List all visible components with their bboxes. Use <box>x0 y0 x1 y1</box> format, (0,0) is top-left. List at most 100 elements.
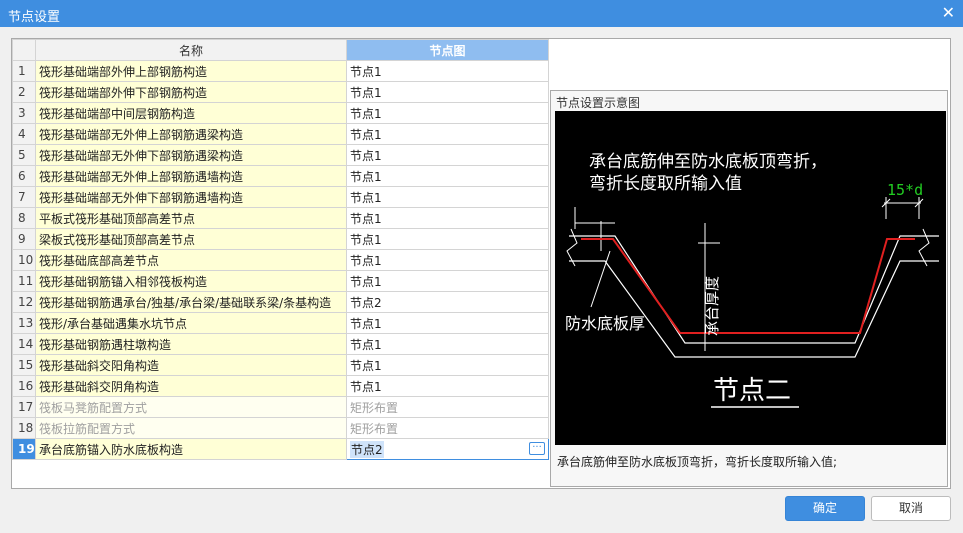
row-number: 3 <box>12 102 36 124</box>
table-row[interactable]: 3 筏形基础端部中间层钢筋构造 节点1 <box>12 102 549 124</box>
row-number: 10 <box>12 249 36 271</box>
row-number: 4 <box>12 123 36 145</box>
row-node-value[interactable]: 节点1 <box>346 144 549 166</box>
row-name: 筏形基础斜交阳角构造 <box>35 354 347 376</box>
row-name: 筏板拉筋配置方式 <box>35 417 347 439</box>
close-icon[interactable]: ✕ <box>942 3 955 22</box>
table-row[interactable]: 6 筏形基础端部无外伸上部钢筋遇墙构造 节点1 <box>12 165 549 187</box>
header-name[interactable]: 名称 <box>35 39 347 61</box>
row-name: 筏形基础钢筋锚入相邻筏板构造 <box>35 270 347 292</box>
table-row[interactable]: 1 筏形基础端部外伸上部钢筋构造 节点1 <box>12 60 549 82</box>
diagram-text-line2: 弯折长度取所输入值 <box>589 174 742 194</box>
row-name: 筏形基础端部无外伸上部钢筋遇墙构造 <box>35 165 347 187</box>
table-row[interactable]: 2 筏形基础端部外伸下部钢筋构造 节点1 <box>12 81 549 103</box>
dim-label-15d: 15*d <box>887 181 923 199</box>
row-number: 6 <box>12 165 36 187</box>
row-number: 15 <box>12 354 36 376</box>
row-number: 11 <box>12 270 36 292</box>
row-node-value[interactable]: 节点1 <box>346 354 549 376</box>
row-name: 筏形基础底部高差节点 <box>35 249 347 271</box>
table-row[interactable]: 17 筏板马凳筋配置方式 矩形布置 <box>12 396 549 418</box>
table-row[interactable]: 8 平板式筏形基础顶部高差节点 节点1 <box>12 207 549 229</box>
row-node-value[interactable]: 节点1 <box>346 186 549 208</box>
header-corner <box>12 39 36 61</box>
cancel-button[interactable]: 取消 <box>871 496 951 521</box>
row-name: 筏板马凳筋配置方式 <box>35 396 347 418</box>
row-number: 14 <box>12 333 36 355</box>
row-name: 筏形基础钢筋遇承台/独基/承台梁/基础联系梁/条基构造 <box>35 291 347 313</box>
header-node[interactable]: 节点图 <box>346 39 549 61</box>
node-diagram-svg: 承台底筋伸至防水底板顶弯折， 弯折长度取所输入值 15*d 承台厚度 防水底板厚… <box>565 152 939 408</box>
table-row[interactable]: 18 筏板拉筋配置方式 矩形布置 <box>12 417 549 439</box>
row-name: 筏形基础端部中间层钢筋构造 <box>35 102 347 124</box>
row-number: 7 <box>12 186 36 208</box>
table-row[interactable]: 5 筏形基础端部无外伸下部钢筋遇梁构造 节点1 <box>12 144 549 166</box>
row-number: 12 <box>12 291 36 313</box>
row-name: 筏形基础端部无外伸下部钢筋遇墙构造 <box>35 186 347 208</box>
waterproof-label: 防水底板厚 <box>565 314 645 333</box>
row-name: 梁板式筏形基础顶部高差节点 <box>35 228 347 250</box>
row-number: 2 <box>12 81 36 103</box>
row-node-value[interactable]: 节点1 <box>346 81 549 103</box>
row-node-value[interactable]: 矩形布置 <box>346 396 549 418</box>
table-row[interactable]: 16 筏形基础斜交阴角构造 节点1 <box>12 375 549 397</box>
waterproof-leader <box>590 250 611 308</box>
node-value-editor[interactable]: 节点2 <box>350 440 384 458</box>
row-name: 筏形基础端部无外伸下部钢筋遇梁构造 <box>35 144 347 166</box>
row-node-value[interactable]: 节点1 <box>346 375 549 397</box>
row-name: 平板式筏形基础顶部高差节点 <box>35 207 347 229</box>
row-name: 承台底筋锚入防水底板构造 <box>35 438 347 460</box>
diagram-text-line1: 承台底筋伸至防水底板顶弯折， <box>589 152 827 172</box>
row-number: 5 <box>12 144 36 166</box>
title-bar: 节点设置 ✕ <box>0 0 963 27</box>
row-node-value[interactable]: 节点1 <box>346 249 549 271</box>
row-node-value[interactable]: 矩形布置 <box>346 417 549 439</box>
row-node-value[interactable]: 节点1 <box>346 207 549 229</box>
row-number: 16 <box>12 375 36 397</box>
row-node-value[interactable]: 节点1 <box>346 270 549 292</box>
row-name: 筏形/承台基础遇集水坑节点 <box>35 312 347 334</box>
table-row[interactable]: 7 筏形基础端部无外伸下部钢筋遇墙构造 节点1 <box>12 186 549 208</box>
table-row[interactable]: 13 筏形/承台基础遇集水坑节点 节点1 <box>12 312 549 334</box>
window-title: 节点设置 <box>8 10 61 25</box>
row-node-value[interactable]: 节点1 <box>346 60 549 82</box>
row-name: 筏形基础斜交阴角构造 <box>35 375 347 397</box>
row-node-value[interactable]: 节点2 ··· <box>346 438 549 460</box>
row-number: 13 <box>12 312 36 334</box>
row-number: 1 <box>12 60 36 82</box>
row-number: 9 <box>12 228 36 250</box>
node-diagram: 承台底筋伸至防水底板顶弯折， 弯折长度取所输入值 15*d 承台厚度 防水底板厚… <box>555 111 946 445</box>
row-node-value[interactable]: 节点1 <box>346 123 549 145</box>
table-header-row: 名称 节点图 <box>12 39 549 61</box>
ok-button[interactable]: 确定 <box>785 496 865 521</box>
row-node-value[interactable]: 节点2 <box>346 291 549 313</box>
row-name: 筏形基础端部外伸下部钢筋构造 <box>35 81 347 103</box>
row-node-value[interactable]: 节点1 <box>346 165 549 187</box>
node-title: 节点二 <box>713 376 791 406</box>
row-number: 17 <box>12 396 36 418</box>
table-row[interactable]: 14 筏形基础钢筋遇柱墩构造 节点1 <box>12 333 549 355</box>
row-number: 8 <box>12 207 36 229</box>
preview-description: 承台底筋伸至防水底板顶弯折，弯折长度取所输入值; <box>557 455 838 469</box>
row-number: 19 <box>12 438 36 460</box>
preview-title: 节点设置示意图 <box>556 96 641 110</box>
table-row[interactable]: 10 筏形基础底部高差节点 节点1 <box>12 249 549 271</box>
row-node-value[interactable]: 节点1 <box>346 102 549 124</box>
settings-table: 名称 节点图 1 筏形基础端部外伸上部钢筋构造 节点1 2 筏形基础端部外伸下部钢筋构造… <box>12 39 549 460</box>
row-node-value[interactable]: 节点1 <box>346 228 549 250</box>
table-row[interactable]: 12 筏形基础钢筋遇承台/独基/承台梁/基础联系梁/条基构造 节点2 <box>12 291 549 313</box>
table-row[interactable]: 4 筏形基础端部无外伸上部钢筋遇梁构造 节点1 <box>12 123 549 145</box>
table-row[interactable]: 19 承台底筋锚入防水底板构造 节点2 ··· <box>12 438 549 460</box>
row-number: 18 <box>12 417 36 439</box>
row-name: 筏形基础端部外伸上部钢筋构造 <box>35 60 347 82</box>
node-preview-panel: 节点设置示意图 承台底筋伸至防水底板顶弯折， 弯折长度取所输入值 15*d 承台… <box>550 90 948 487</box>
row-name: 筏形基础端部无外伸上部钢筋遇梁构造 <box>35 123 347 145</box>
table-row[interactable]: 11 筏形基础钢筋锚入相邻筏板构造 节点1 <box>12 270 549 292</box>
row-name: 筏形基础钢筋遇柱墩构造 <box>35 333 347 355</box>
table-row[interactable]: 9 梁板式筏形基础顶部高差节点 节点1 <box>12 228 549 250</box>
more-options-button[interactable]: ··· <box>529 442 545 455</box>
table-row[interactable]: 15 筏形基础斜交阳角构造 节点1 <box>12 354 549 376</box>
row-node-value[interactable]: 节点1 <box>346 333 549 355</box>
row-node-value[interactable]: 节点1 <box>346 312 549 334</box>
thickness-label: 承台厚度 <box>703 276 721 336</box>
